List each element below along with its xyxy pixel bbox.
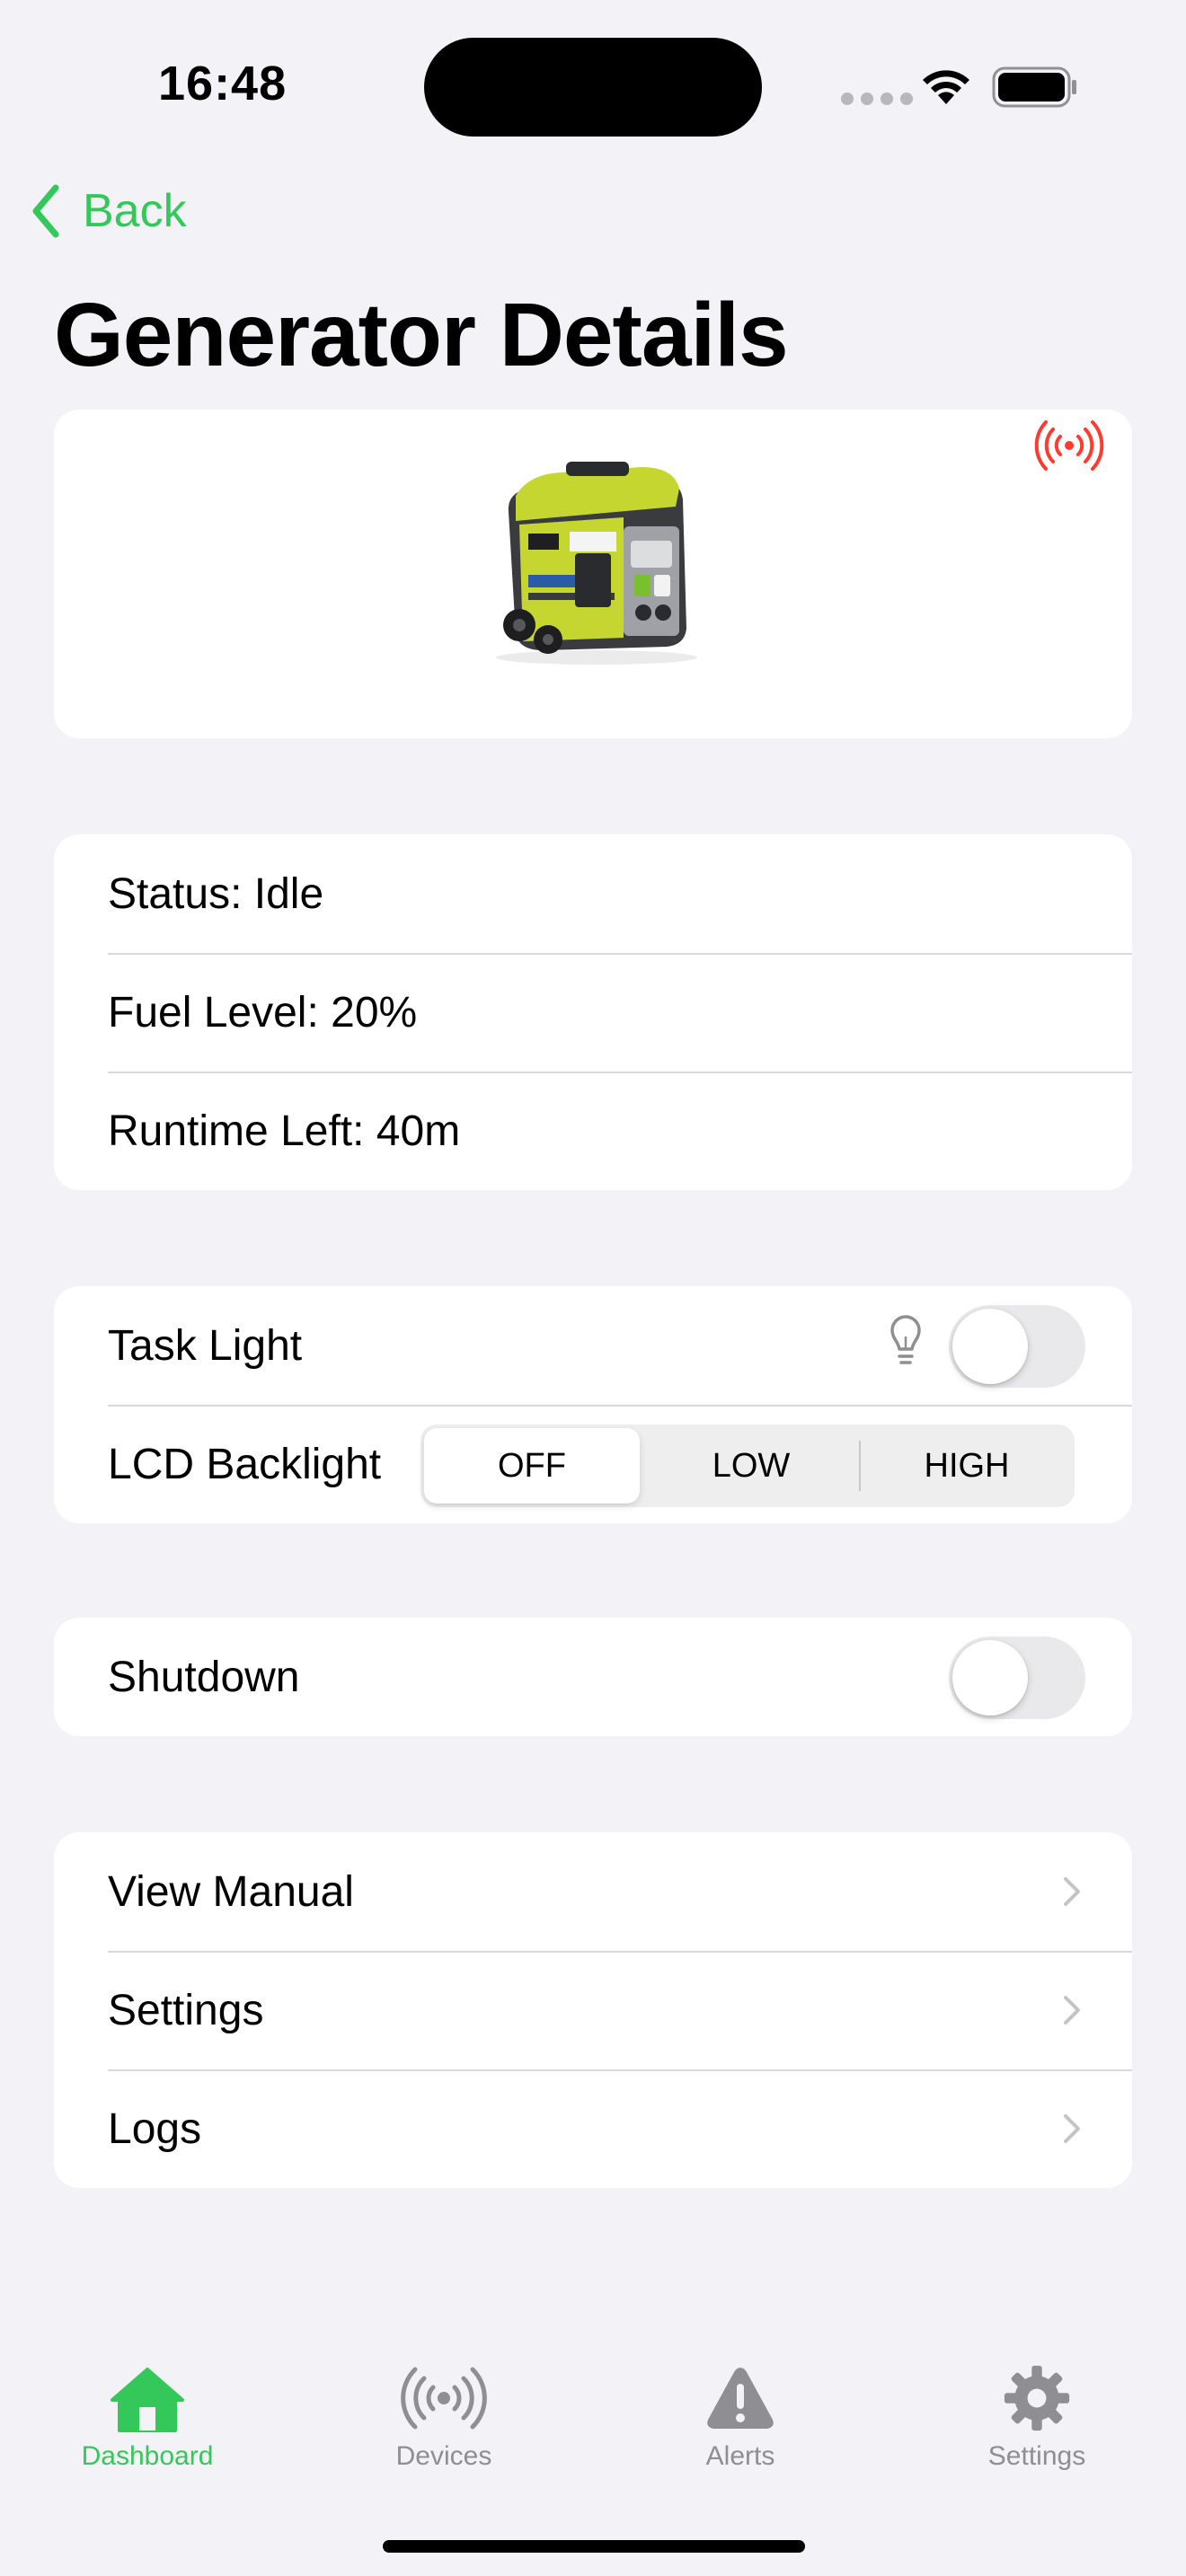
chevron-right-icon [1064, 2114, 1080, 2143]
chevron-right-icon [1064, 1996, 1080, 2025]
tab-settings[interactable]: Settings [947, 2364, 1127, 2472]
house-icon [111, 2368, 184, 2432]
generator-image-card [54, 410, 1132, 738]
fuel-level-row: Fuel Level: 20% [54, 953, 1132, 1072]
shutdown-row: Shutdown [54, 1618, 1132, 1736]
task-light-row: Task Light [54, 1286, 1132, 1405]
view-manual-label: View Manual [108, 1867, 354, 1916]
task-light-toggle[interactable] [949, 1305, 1085, 1388]
lcd-backlight-label: LCD Backlight [108, 1440, 382, 1488]
backlight-option-off[interactable]: OFF [424, 1428, 640, 1504]
page-title: Generator Details [54, 285, 789, 385]
lightbulb-icon [890, 1315, 921, 1364]
back-button[interactable]: Back [31, 180, 187, 243]
tab-label: Settings [987, 2441, 1086, 2471]
chevron-left-icon [32, 184, 59, 238]
links-card: View Manual Settings Logs [54, 1832, 1132, 2188]
cellular-signal-icon [841, 93, 913, 105]
generator-info-card: Status: Idle Fuel Level: 20% Runtime Lef… [54, 834, 1132, 1190]
settings-row[interactable]: Settings [54, 1951, 1132, 2069]
tab-devices[interactable]: Devices [354, 2364, 534, 2472]
chevron-right-icon [1064, 1877, 1080, 1906]
logs-row[interactable]: Logs [54, 2069, 1132, 2188]
controls-card: Task Light LCD Backlight OFF LOW HIGH [54, 1286, 1132, 1523]
view-manual-row[interactable]: View Manual [54, 1832, 1132, 1951]
warning-icon [707, 2368, 774, 2429]
live-broadcast-icon [1034, 420, 1104, 471]
status-row: Status: Idle [54, 834, 1132, 953]
status-text: Status: Idle [108, 869, 324, 918]
broadcast-icon [401, 2367, 487, 2430]
lcd-backlight-segmented-control: OFF LOW HIGH [420, 1425, 1075, 1507]
tab-label: Alerts [705, 2441, 775, 2471]
battery-icon [992, 66, 1076, 108]
lcd-backlight-row: LCD Backlight OFF LOW HIGH [54, 1405, 1132, 1523]
toggle-knob [952, 1640, 1028, 1716]
generator-image [496, 462, 697, 665]
tab-dashboard[interactable]: Dashboard [58, 2364, 237, 2472]
home-indicator [383, 2540, 805, 2553]
fuel-level-text: Fuel Level: 20% [108, 988, 418, 1037]
shutdown-label: Shutdown [108, 1653, 300, 1701]
dynamic-island [424, 38, 762, 137]
tab-label: Dashboard [81, 2441, 214, 2471]
runtime-left-row: Runtime Left: 40m [54, 1072, 1132, 1190]
backlight-option-high[interactable]: HIGH [859, 1425, 1075, 1507]
tab-alerts[interactable]: Alerts [651, 2364, 830, 2472]
wifi-icon [923, 70, 969, 104]
status-time: 16:48 [158, 57, 288, 110]
back-label: Back [83, 185, 187, 237]
tab-label: Devices [395, 2441, 492, 2471]
gear-icon [1004, 2365, 1070, 2431]
logs-label: Logs [108, 2104, 202, 2153]
task-light-label: Task Light [108, 1321, 303, 1370]
runtime-left-text: Runtime Left: 40m [108, 1107, 461, 1155]
shutdown-toggle[interactable] [949, 1636, 1085, 1719]
toggle-knob [952, 1309, 1028, 1384]
backlight-option-low[interactable]: LOW [643, 1425, 859, 1507]
screen: 16:48 Back Generator Details Status: Idl… [0, 0, 1186, 2576]
settings-label: Settings [108, 1986, 264, 2034]
shutdown-card: Shutdown [54, 1618, 1132, 1736]
